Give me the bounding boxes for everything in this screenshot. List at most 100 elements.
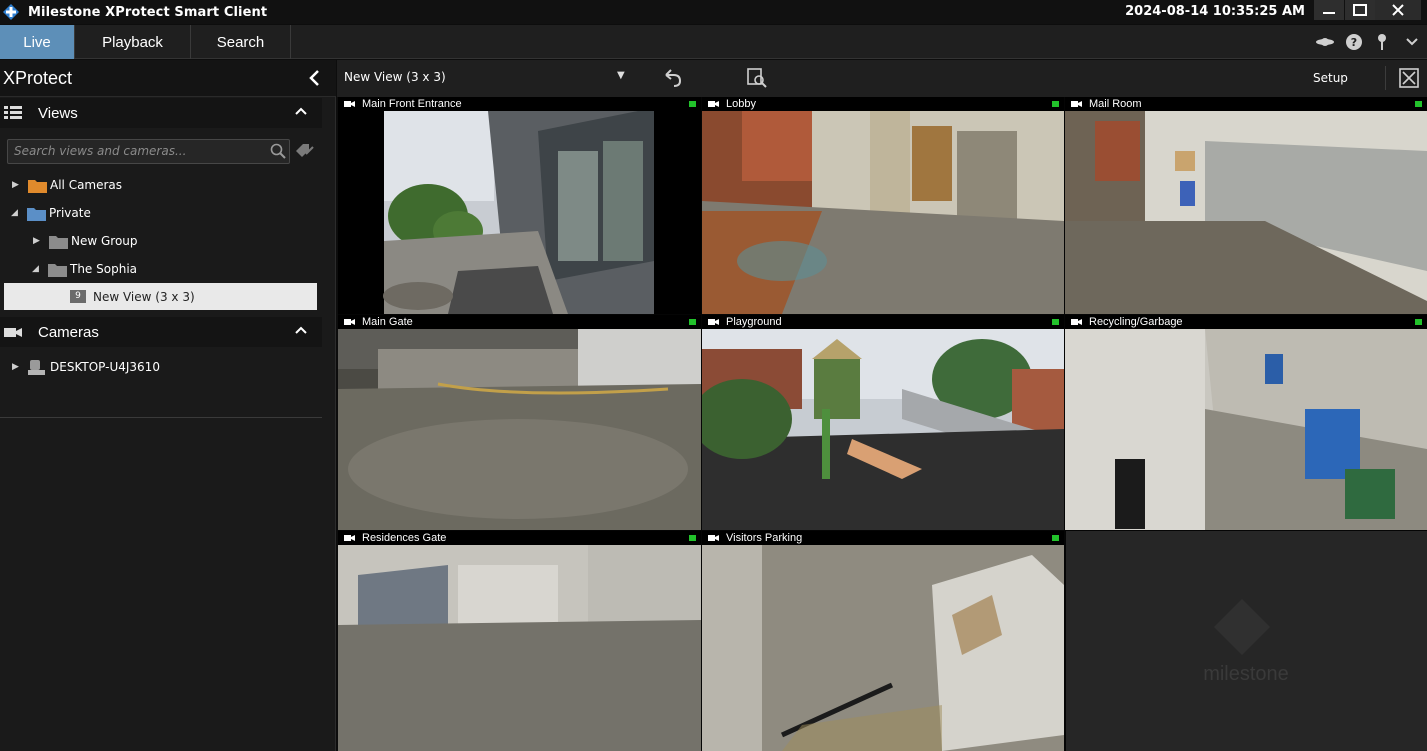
- chevron-left-icon: [309, 70, 319, 86]
- camera-tile-header: Main Gate: [338, 315, 701, 329]
- tab-search[interactable]: Search: [191, 25, 291, 59]
- camera-name: Residences Gate: [362, 532, 447, 544]
- camera-tile[interactable]: Recycling/Garbage: [1065, 315, 1427, 530]
- camera-tile[interactable]: Playground: [702, 315, 1064, 530]
- camera-tile-header: Recycling/Garbage: [1065, 315, 1427, 329]
- search-views-input[interactable]: Search views and cameras...: [7, 139, 290, 164]
- view-selector[interactable]: New View (3 x 3): [344, 70, 446, 84]
- sidebar-title: XProtect: [3, 68, 73, 88]
- tree-item-label: DESKTOP-U4J3610: [50, 360, 160, 374]
- camera-name: Recycling/Garbage: [1089, 316, 1183, 328]
- camera-name: Mail Room: [1089, 98, 1142, 110]
- camera-tile-header: Visitors Parking: [702, 531, 1064, 545]
- collapse-sidebar-button[interactable]: [308, 68, 320, 92]
- camera-feed-image: [702, 111, 1064, 314]
- expand-arrow-icon[interactable]: ▶: [33, 236, 43, 246]
- sidebar: XProtect Views Search views and cameras.…: [0, 60, 336, 751]
- fullscreen-icon[interactable]: [1398, 67, 1420, 89]
- help-icon[interactable]: ?: [1344, 32, 1364, 52]
- setup-button[interactable]: Setup: [1313, 71, 1348, 85]
- sidebar-divider: [0, 417, 322, 418]
- tree-item-all-cameras[interactable]: ▶ All Cameras: [12, 174, 122, 196]
- tree-item-label: New Group: [71, 234, 138, 248]
- recording-indicator: [689, 319, 696, 325]
- camera-tile-header: Residences Gate: [338, 531, 701, 545]
- camera-icon: [1071, 101, 1082, 107]
- camera-tile[interactable]: Main Front Entrance: [338, 97, 701, 314]
- minimize-button[interactable]: [1314, 0, 1344, 20]
- camera-icon: [708, 535, 719, 541]
- status-icon[interactable]: [1315, 32, 1335, 52]
- svg-text:?: ?: [1351, 36, 1357, 49]
- camera-icon: [708, 319, 719, 325]
- clock: 2024-08-14 10:35:25 AM: [1125, 4, 1305, 19]
- menu-chevron-icon[interactable]: [1402, 32, 1422, 52]
- tree-item-private[interactable]: ◢ Private: [11, 202, 91, 224]
- camera-grid: Main Front Entrance Lobby Mail Room Main…: [338, 97, 1427, 751]
- search-icon[interactable]: [270, 143, 286, 159]
- toolbar-separator: [1385, 66, 1386, 90]
- maximize-button[interactable]: [1345, 0, 1375, 20]
- tab-live[interactable]: Live: [0, 25, 75, 59]
- camera-tile[interactable]: Residences Gate: [338, 531, 701, 751]
- camera-feed-image: [338, 329, 701, 530]
- sidebar-header: XProtect: [0, 60, 336, 97]
- camera-feed-image: [1065, 111, 1427, 314]
- camera-feed-image: [338, 545, 701, 751]
- recording-indicator: [1415, 319, 1422, 325]
- tree-item-label: New View (3 x 3): [93, 290, 195, 304]
- milestone-watermark: milestone: [1203, 663, 1289, 685]
- server-icon: [28, 359, 45, 375]
- camera-feed-image: [702, 545, 1064, 751]
- views-section-title: Views: [38, 104, 78, 122]
- camera-tile[interactable]: Lobby: [702, 97, 1064, 314]
- camera-tile-header: Lobby: [702, 97, 1064, 111]
- tree-item-new-group[interactable]: ▶ New Group: [33, 230, 138, 252]
- filter-tag-icon[interactable]: [294, 142, 314, 160]
- tree-item-recording-server[interactable]: ▶ DESKTOP-U4J3610: [12, 356, 160, 378]
- camera-icon: [344, 101, 355, 107]
- collapse-arrow-icon[interactable]: ◢: [11, 208, 21, 218]
- camera-feed-image: [702, 329, 1064, 530]
- recording-indicator: [689, 535, 696, 541]
- camera-tile-header: Playground: [702, 315, 1064, 329]
- workspace-tabs: Live Playback Search: [0, 25, 1427, 59]
- views-grid-icon: [4, 106, 22, 119]
- empty-camera-slot[interactable]: milestone: [1066, 531, 1427, 751]
- close-button[interactable]: [1375, 0, 1421, 20]
- collapse-arrow-icon[interactable]: ◢: [32, 264, 42, 274]
- tree-item-the-sophia[interactable]: ◢ The Sophia: [32, 258, 137, 280]
- undo-icon[interactable]: [662, 67, 684, 89]
- tab-playback[interactable]: Playback: [75, 25, 191, 59]
- camera-icon: [344, 319, 355, 325]
- search-sequences-icon[interactable]: [746, 67, 768, 89]
- camera-tile[interactable]: Mail Room: [1065, 97, 1427, 314]
- pin-icon[interactable]: [1372, 32, 1392, 52]
- camera-icon: [1071, 319, 1082, 325]
- camera-name: Main Gate: [362, 316, 413, 328]
- camera-icon: [708, 101, 719, 107]
- views-section-header[interactable]: Views: [0, 98, 322, 128]
- milestone-logo-icon: [3, 4, 19, 20]
- tree-item-label: All Cameras: [50, 178, 123, 192]
- expand-arrow-icon[interactable]: ▶: [12, 180, 22, 190]
- cameras-section-header[interactable]: Cameras: [0, 317, 322, 347]
- camera-feed-image: [1065, 329, 1427, 530]
- tree-item-label: The Sophia: [70, 262, 138, 276]
- camera-name: Lobby: [726, 98, 756, 110]
- camera-tile[interactable]: Main Gate: [338, 315, 701, 530]
- dropdown-arrow-icon[interactable]: ▼: [617, 70, 625, 81]
- chevron-up-icon: [295, 107, 307, 115]
- milestone-watermark-icon: [1214, 599, 1270, 655]
- folder-icon: [48, 263, 67, 277]
- maximize-icon: [1353, 4, 1367, 16]
- expand-arrow-icon[interactable]: ▶: [12, 362, 22, 372]
- camera-tile[interactable]: Visitors Parking: [702, 531, 1064, 751]
- camera-name: Visitors Parking: [726, 532, 803, 544]
- view-toolbar: New View (3 x 3) ▼ Setup: [337, 60, 1427, 97]
- recording-indicator: [689, 101, 696, 107]
- camera-icon: [4, 328, 22, 337]
- chevron-up-icon: [295, 326, 307, 334]
- camera-tile-header: Main Front Entrance: [338, 97, 701, 111]
- recording-indicator: [1052, 101, 1059, 107]
